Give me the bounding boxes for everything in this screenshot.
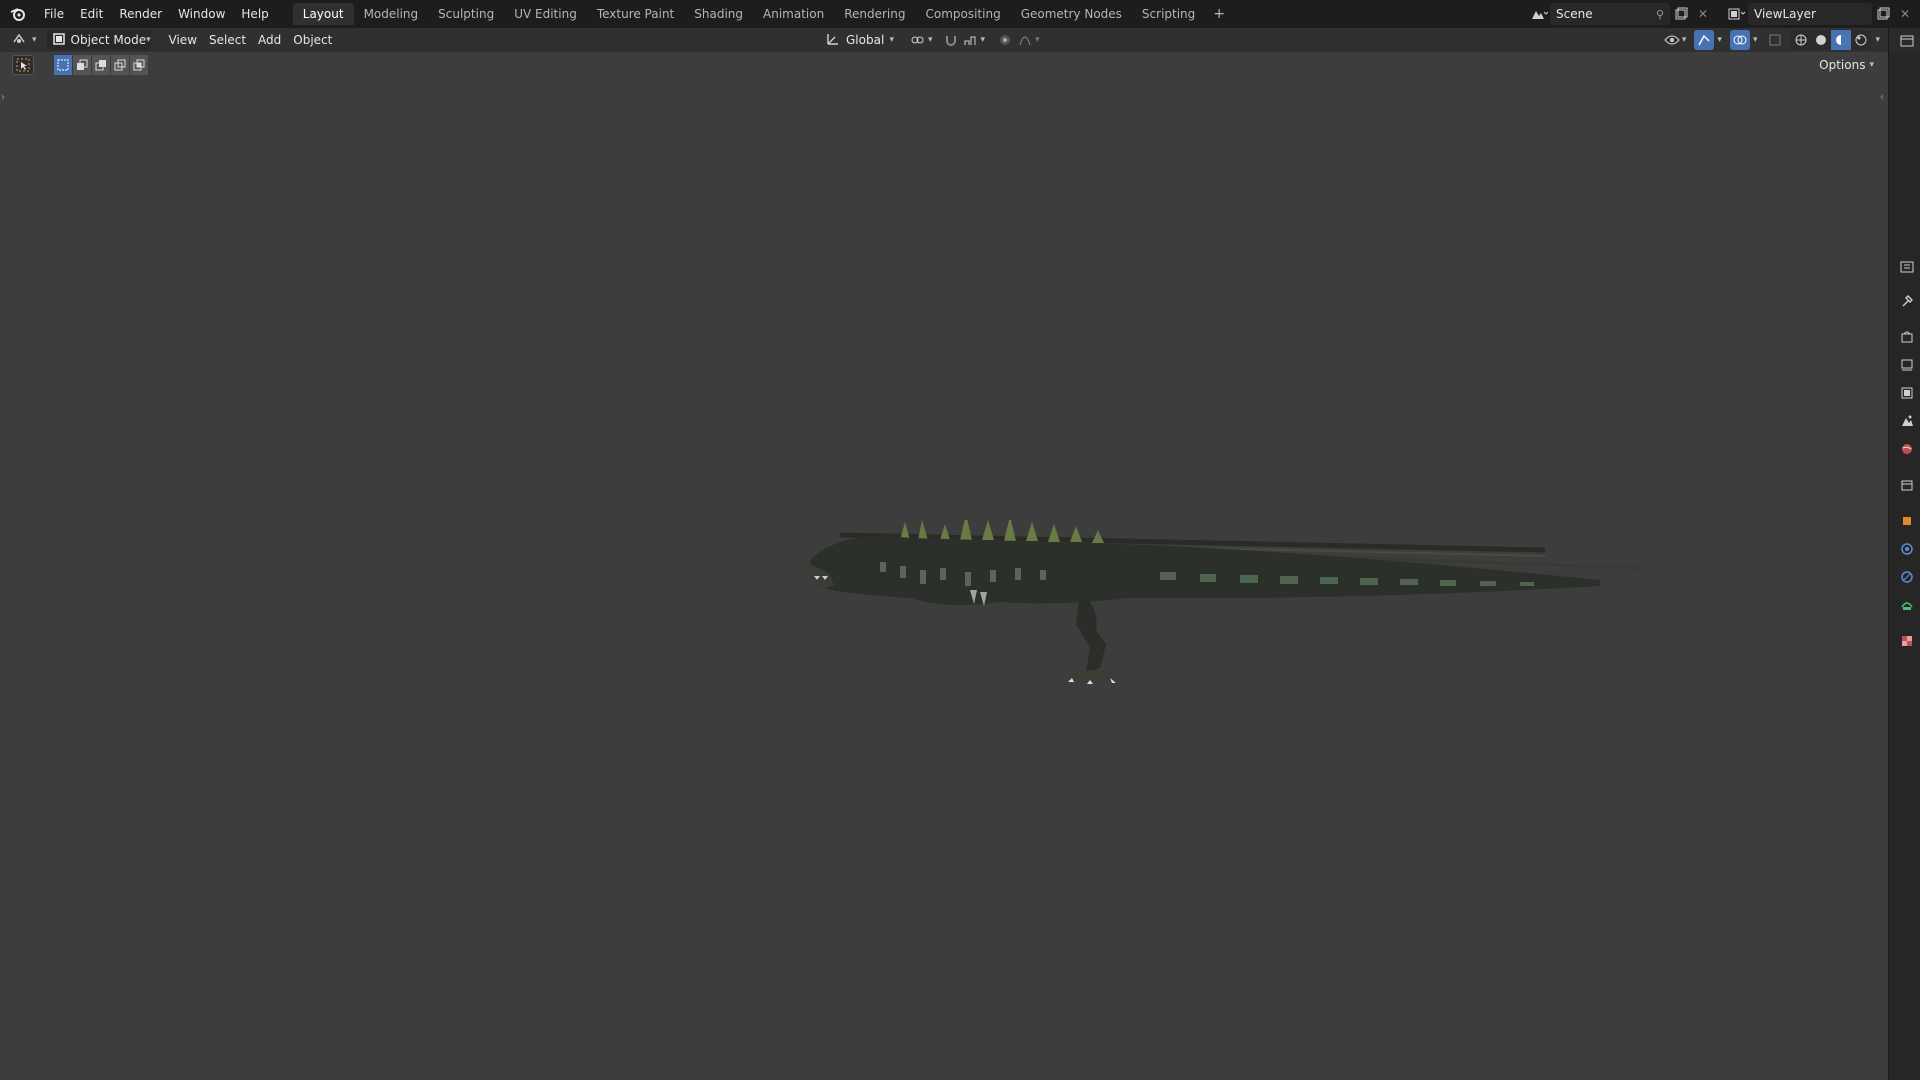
- tab-sculpting[interactable]: Sculpting: [428, 3, 504, 25]
- gizmo-icon[interactable]: [1694, 30, 1715, 50]
- menu-add[interactable]: Add: [252, 30, 287, 50]
- tool-settings-bar: Options ▾: [0, 52, 1888, 78]
- new-view-layer-icon[interactable]: [1872, 3, 1894, 25]
- constraints-icon[interactable]: [1896, 594, 1918, 616]
- select-box-tool-icon[interactable]: [12, 55, 34, 75]
- editor-type-button[interactable]: ▾: [6, 30, 43, 50]
- orientation-label: Global: [846, 33, 885, 47]
- viewport-display-tools: ▾ ▾ ▾ ▾: [1662, 30, 1880, 50]
- menu-window[interactable]: Window: [170, 3, 233, 25]
- material-preview-shading-icon[interactable]: [1831, 30, 1852, 50]
- view-layer-name: ViewLayer: [1754, 7, 1816, 21]
- menu-help[interactable]: Help: [233, 3, 276, 25]
- tab-uv-editing[interactable]: UV Editing: [504, 3, 587, 25]
- tool-icon[interactable]: [1896, 290, 1918, 312]
- object-mode-icon: [52, 32, 65, 48]
- view-layer-browse-icon[interactable]: [1726, 3, 1748, 25]
- properties-editor-type-icon[interactable]: [1896, 256, 1918, 278]
- visibility-icon[interactable]: [1662, 30, 1682, 50]
- delete-view-layer-icon[interactable]: ✕: [1894, 3, 1916, 25]
- mode-label: Object Mode: [70, 33, 147, 47]
- tab-animation[interactable]: Animation: [753, 3, 834, 25]
- pin-icon[interactable]: ⚲: [1656, 8, 1664, 21]
- scene-icon[interactable]: [1896, 410, 1918, 432]
- chevron-down-icon: ▾: [980, 35, 986, 45]
- view-layer-icon[interactable]: [1896, 382, 1918, 404]
- blender-logo-icon[interactable]: [8, 4, 28, 24]
- orientation-icon: [826, 32, 840, 49]
- editor-type-icon: [12, 32, 30, 49]
- menu-view[interactable]: View: [163, 30, 203, 50]
- chevron-down-icon: ▾: [1869, 60, 1874, 70]
- modifier-icon[interactable]: [1896, 538, 1918, 560]
- chevron-down-icon: ▾: [928, 35, 933, 45]
- render-icon[interactable]: [1896, 326, 1918, 348]
- proportional-editing-icon[interactable]: [995, 30, 1015, 50]
- new-scene-icon[interactable]: [1670, 3, 1692, 25]
- tab-shading[interactable]: Shading: [684, 3, 753, 25]
- menu-file[interactable]: File: [36, 3, 72, 25]
- tab-texture-paint[interactable]: Texture Paint: [587, 3, 684, 25]
- chevron-down-icon: ▾: [889, 35, 894, 45]
- tab-rendering[interactable]: Rendering: [834, 3, 915, 25]
- options-dropdown[interactable]: Options ▾: [1813, 56, 1880, 74]
- view-layer-name-field[interactable]: ViewLayer: [1748, 3, 1872, 25]
- selection-mode-group: [54, 55, 149, 75]
- tab-compositing[interactable]: Compositing: [915, 3, 1010, 25]
- invert-selection-icon[interactable]: [111, 55, 130, 75]
- menu-edit[interactable]: Edit: [72, 3, 111, 25]
- sidebar-expand-icon[interactable]: ‹: [1880, 92, 1884, 103]
- scene-name: Scene: [1556, 7, 1593, 21]
- top-bar: File Edit Render Window Help Layout Mode…: [0, 0, 1920, 28]
- outliner-filter-icon[interactable]: [1896, 30, 1918, 52]
- tab-modeling[interactable]: Modeling: [354, 3, 429, 25]
- chevron-down-icon: ▾: [146, 35, 151, 45]
- transform-orientation-dropdown[interactable]: Global ▾: [820, 30, 900, 50]
- wireframe-shading-icon[interactable]: [1791, 30, 1812, 50]
- intersect-selection-icon[interactable]: [130, 55, 149, 75]
- delete-scene-icon[interactable]: ✕: [1692, 3, 1714, 25]
- collection-icon[interactable]: [1896, 474, 1918, 496]
- snap-icon[interactable]: [941, 30, 961, 50]
- tab-scripting[interactable]: Scripting: [1132, 3, 1205, 25]
- shading-mode-group: [1791, 30, 1872, 50]
- mode-dropdown[interactable]: Object Mode ▾: [46, 30, 151, 50]
- solid-shading-icon[interactable]: [1811, 30, 1832, 50]
- scene-name-field[interactable]: Scene ⚲: [1550, 3, 1670, 25]
- tab-geometry-nodes[interactable]: Geometry Nodes: [1011, 3, 1132, 25]
- pivot-point-icon[interactable]: [908, 30, 928, 50]
- proportional-falloff-icon[interactable]: [1015, 30, 1035, 50]
- xray-icon[interactable]: [1765, 30, 1785, 50]
- menu-select[interactable]: Select: [203, 30, 252, 50]
- scene-selector: Scene ⚲ ✕: [1528, 3, 1714, 25]
- set-new-selection-icon[interactable]: [54, 55, 73, 75]
- output-icon[interactable]: [1896, 354, 1918, 376]
- menu-render[interactable]: Render: [111, 3, 170, 25]
- scene-browse-icon[interactable]: [1528, 3, 1550, 25]
- chevron-down-icon: ▾: [1681, 35, 1687, 45]
- transform-tools: Global ▾ ▾ ▾ ▾: [820, 30, 1040, 50]
- chevron-down-icon: ▾: [1035, 35, 1040, 45]
- subtract-selection-icon[interactable]: [92, 55, 111, 75]
- snap-target-icon[interactable]: [961, 30, 981, 50]
- extend-selection-icon[interactable]: [73, 55, 92, 75]
- chevron-down-icon: ▾: [1752, 35, 1758, 45]
- chevron-down-icon: ▾: [1875, 35, 1880, 45]
- world-icon[interactable]: [1896, 438, 1918, 460]
- creature-model[interactable]: [800, 520, 1650, 700]
- overlays-icon[interactable]: [1729, 30, 1750, 50]
- chevron-down-icon: ▾: [32, 35, 37, 45]
- object-icon[interactable]: [1896, 510, 1918, 532]
- tab-layout[interactable]: Layout: [292, 3, 354, 25]
- physics-icon[interactable]: [1896, 566, 1918, 588]
- menu-object[interactable]: Object: [287, 30, 338, 50]
- texture-icon[interactable]: [1896, 630, 1918, 652]
- options-label: Options: [1819, 58, 1866, 72]
- toolbar-expand-icon[interactable]: ›: [1, 92, 5, 103]
- chevron-down-icon: ▾: [1717, 35, 1722, 45]
- rendered-shading-icon[interactable]: [1851, 30, 1872, 50]
- view-layer-selector: ViewLayer ✕: [1726, 3, 1916, 25]
- viewport-header: ▾ Object Mode ▾ View Select Add Object G…: [0, 28, 1920, 52]
- add-workspace-button[interactable]: +: [1205, 6, 1233, 22]
